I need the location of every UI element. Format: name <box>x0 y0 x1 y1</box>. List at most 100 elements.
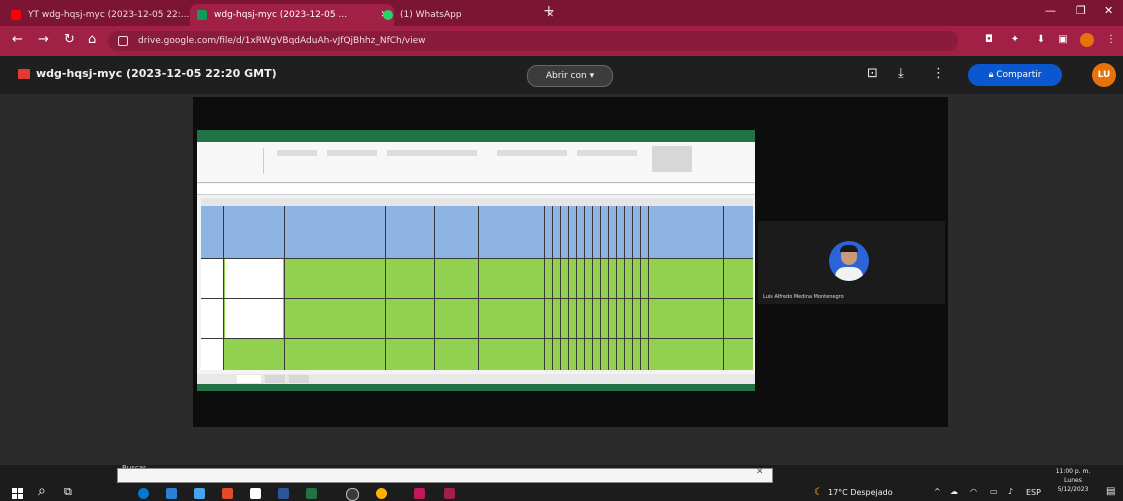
spreadsheet-grid <box>201 198 753 370</box>
grid-line <box>201 298 753 299</box>
participant-avatar <box>829 241 869 281</box>
participant-tile: Luis Alfredo Medina Montenegro <box>758 221 945 304</box>
grid-line <box>560 206 561 370</box>
youtube-icon <box>11 10 21 20</box>
tab-youtube[interactable]: YT wdg-hqsj-myc (2023-12-05 22:... ✕ <box>4 4 208 26</box>
excel-icon[interactable] <box>306 488 317 499</box>
sheet-tabs <box>197 374 755 384</box>
grid-line <box>223 206 224 370</box>
task-view-icon[interactable]: ⧉ <box>64 485 72 499</box>
close-icon[interactable]: ✕ <box>756 467 764 477</box>
drive-icon <box>197 10 207 20</box>
participant-name: Luis Alfredo Medina Montenegro <box>763 294 844 300</box>
add-comment-icon[interactable]: ⊡ <box>867 66 878 81</box>
active-app-icon[interactable] <box>444 488 455 499</box>
grid-line <box>568 206 569 370</box>
sheet-tab-active <box>237 375 261 383</box>
search-icon[interactable]: ⌕ <box>38 483 46 499</box>
weather-text[interactable]: 17°C Despejado <box>828 488 893 497</box>
search-input[interactable] <box>117 468 773 483</box>
share-button[interactable]: 🔒︎ Compartir <box>968 64 1062 86</box>
profile-window-icon[interactable]: ▣ <box>1056 33 1070 47</box>
maximize-icon[interactable]: ❐ <box>1076 4 1086 17</box>
home-icon[interactable]: ⌂ <box>88 32 96 47</box>
minimize-icon[interactable]: — <box>1045 4 1056 17</box>
download-icon[interactable]: ⬇ <box>1034 33 1048 47</box>
tab-drive[interactable]: wdg-hqsj-myc (2023-12-05 ... ✕ <box>190 4 394 26</box>
share-label: Compartir <box>996 70 1042 80</box>
chevron-down-icon: ▾ <box>589 71 595 81</box>
grid-line <box>552 206 553 370</box>
column-headers <box>201 198 753 206</box>
forward-arrow-icon[interactable]: → <box>38 32 49 47</box>
url-bar[interactable]: drive.google.com/file/d/1xRWgVBqdAduAh-v… <box>108 31 958 51</box>
edge-icon[interactable] <box>138 488 149 499</box>
ribbon-control <box>327 150 377 156</box>
grid-line <box>478 206 479 370</box>
grid-line <box>624 206 625 370</box>
app-icon[interactable] <box>250 488 261 499</box>
grid-line <box>723 206 724 370</box>
open-with-button[interactable]: Abrir con ▾ <box>527 65 613 87</box>
office-icon[interactable] <box>222 488 233 499</box>
address-bar-row: ← → ↻ ⌂ drive.google.com/file/d/1xRWgVBq… <box>0 26 1123 56</box>
chrome-icon[interactable] <box>376 488 387 499</box>
new-tab-button[interactable]: + <box>543 3 555 19</box>
tab-label: YT wdg-hqsj-myc (2023-12-05 22:... <box>28 10 190 20</box>
reload-icon[interactable]: ↻ <box>64 32 75 47</box>
clock[interactable]: 11:00 p. m. Lunes 5/12/2023 <box>1050 467 1096 499</box>
grid-line <box>284 206 285 370</box>
download-icon[interactable]: ⤓ <box>898 66 904 81</box>
drive-viewer-header: wdg-hqsj-myc (2023-12-05 22:20 GMT) Abri… <box>0 56 1123 94</box>
tab-label: wdg-hqsj-myc (2023-12-05 ... <box>214 10 348 20</box>
clock-time: 11:00 p. m. <box>1055 468 1091 475</box>
back-arrow-icon[interactable]: ← <box>12 32 23 47</box>
profile-icon[interactable] <box>1080 33 1094 47</box>
grid-line <box>648 206 649 370</box>
grid-line <box>576 206 577 370</box>
url-text[interactable]: drive.google.com/file/d/1xRWgVBqdAduAh-v… <box>138 31 426 51</box>
weather-icon[interactable]: ☾ <box>814 487 823 498</box>
wifi-icon[interactable]: ◠ <box>970 487 977 496</box>
grid-line <box>385 206 386 370</box>
ribbon-group <box>203 148 264 174</box>
word-icon[interactable] <box>278 488 289 499</box>
mail-icon[interactable] <box>166 488 177 499</box>
grid-line <box>201 338 753 339</box>
close-window-icon[interactable]: ✕ <box>1104 4 1113 17</box>
language-indicator[interactable]: ESP <box>1026 488 1041 497</box>
kebab-menu-icon[interactable]: ⋮ <box>1104 33 1118 47</box>
cloud-icon[interactable]: ☁ <box>950 487 958 496</box>
extension-icon[interactable]: ✦ <box>1008 33 1022 47</box>
grid-line <box>434 206 435 370</box>
ribbon-control <box>577 150 637 156</box>
volume-icon[interactable]: ♪ <box>1008 487 1013 496</box>
grid-line <box>201 258 753 259</box>
grid-line <box>584 206 585 370</box>
account-avatar[interactable]: LU <box>1092 63 1116 87</box>
notifications-icon[interactable]: ▤ <box>1106 486 1115 497</box>
ribbon-control <box>497 150 567 156</box>
clock-date: 5/12/2023 <box>1057 486 1089 493</box>
store-icon[interactable] <box>194 488 205 499</box>
grid-line <box>640 206 641 370</box>
tab-whatsapp[interactable]: (1) WhatsApp ✕ <box>376 4 560 26</box>
spreadsheet-statusbar <box>197 384 755 391</box>
media-player-icon[interactable] <box>346 488 359 501</box>
sheet-tab <box>265 375 285 383</box>
row-number-column <box>201 258 223 370</box>
site-info-icon[interactable] <box>118 36 128 46</box>
tray-chevron-icon[interactable]: ^ <box>934 487 941 496</box>
screenshot-icon[interactable]: ◘ <box>982 33 996 47</box>
ribbon-style-gallery <box>652 146 692 172</box>
battery-icon[interactable]: ▭ <box>990 487 998 496</box>
tab-label: (1) WhatsApp <box>400 10 462 20</box>
chrome-profile-icon[interactable] <box>414 488 425 499</box>
windows-start-icon[interactable] <box>12 488 24 500</box>
kebab-menu-icon[interactable]: ⋮ <box>932 66 945 81</box>
whatsapp-icon <box>383 10 393 20</box>
grid-line <box>600 206 601 370</box>
hair-shape <box>840 245 858 252</box>
formula-bar <box>197 184 755 195</box>
browser-tab-strip: YT wdg-hqsj-myc (2023-12-05 22:... ✕ wdg… <box>0 0 1123 26</box>
